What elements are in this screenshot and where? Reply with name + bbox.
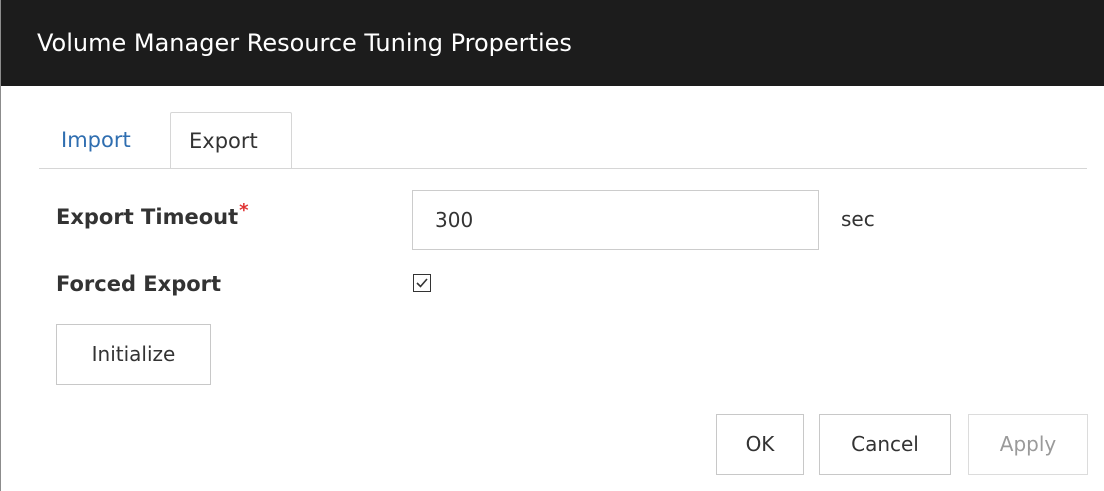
export-timeout-unit: sec bbox=[841, 207, 875, 231]
export-timeout-input[interactable] bbox=[412, 190, 819, 250]
tuning-properties-dialog: Volume Manager Resource Tuning Propertie… bbox=[0, 0, 1104, 491]
cancel-button[interactable]: Cancel bbox=[819, 414, 951, 475]
forced-export-label: Forced Export bbox=[56, 272, 222, 296]
export-timeout-label-text: Export Timeout bbox=[56, 205, 239, 229]
ok-button[interactable]: OK bbox=[716, 414, 804, 475]
title-bar: Volume Manager Resource Tuning Propertie… bbox=[1, 0, 1104, 86]
export-timeout-label: Export Timeout* bbox=[56, 200, 249, 229]
checkmark-icon bbox=[416, 278, 428, 288]
tab-divider bbox=[39, 168, 1087, 169]
apply-button[interactable]: Apply bbox=[968, 414, 1088, 475]
dialog-title: Volume Manager Resource Tuning Propertie… bbox=[37, 29, 572, 57]
required-asterisk: * bbox=[239, 200, 249, 221]
initialize-button[interactable]: Initialize bbox=[56, 324, 211, 385]
tab-export[interactable]: Export bbox=[170, 112, 292, 169]
tab-import[interactable]: Import bbox=[41, 112, 165, 168]
forced-export-checkbox[interactable] bbox=[413, 274, 431, 292]
